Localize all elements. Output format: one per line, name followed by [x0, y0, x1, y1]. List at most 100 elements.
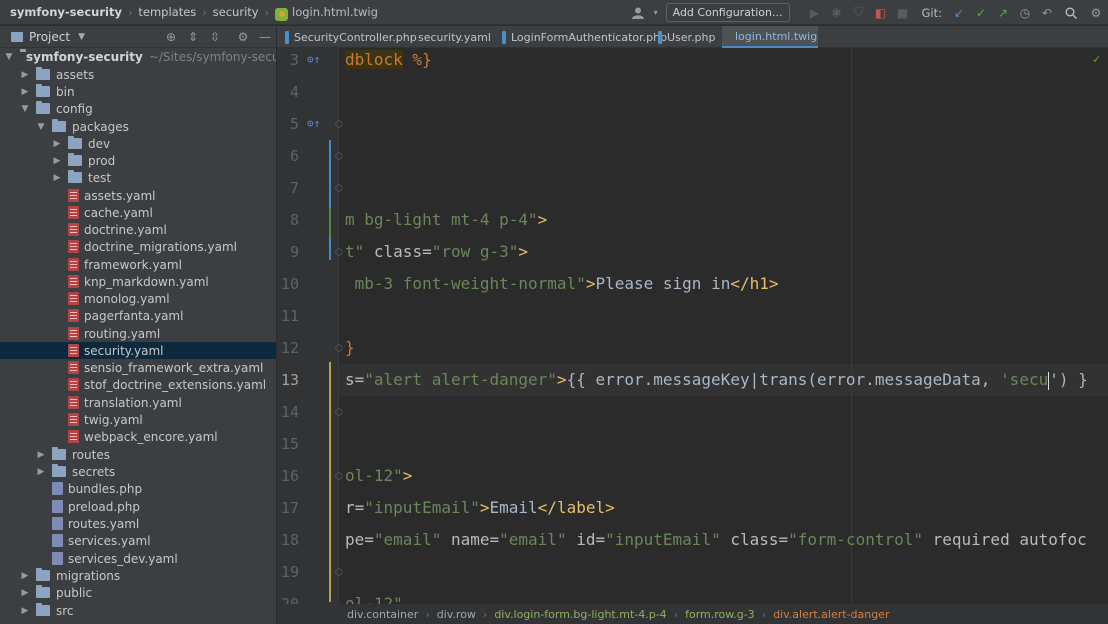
- bc-login-form[interactable]: div.login-form.bg-light.mt-4.p-4: [494, 608, 666, 621]
- yaml-file-icon: [68, 206, 79, 219]
- tree-item-public[interactable]: ▶ public: [0, 584, 276, 601]
- chevron-down-icon[interactable]: ▼: [36, 122, 46, 132]
- tree-item-dev[interactable]: ▶ dev: [0, 135, 276, 152]
- tree-item-stof-yaml[interactable]: stof_doctrine_extensions.yaml: [0, 376, 276, 393]
- tree-item-twig-yaml[interactable]: twig.yaml: [0, 411, 276, 428]
- search-icon[interactable]: [1058, 2, 1084, 24]
- tree-item-label: packages: [72, 119, 129, 134]
- debug-icon[interactable]: ✱: [826, 2, 848, 24]
- tree-item-security-yaml[interactable]: security.yaml: [0, 342, 276, 359]
- tree-item-config[interactable]: ▼ config: [0, 100, 276, 117]
- tree-item-routing-yaml[interactable]: routing.yaml: [0, 325, 276, 342]
- tree-item-services-yaml[interactable]: services.yaml: [0, 532, 276, 549]
- tree-item-assets-yaml[interactable]: assets.yaml: [0, 187, 276, 204]
- fold-marker-icon[interactable]: ⬡: [335, 568, 343, 578]
- tab-loginformauthenticator[interactable]: LoginFormAuthenticator.php: [494, 26, 667, 48]
- fold-marker-icon[interactable]: ⬡: [335, 152, 343, 162]
- chevron-right-icon[interactable]: ▶: [20, 70, 30, 80]
- tree-root[interactable]: ▼ symfony-security ~/Sites/symfony-secur…: [0, 48, 276, 65]
- code-editor[interactable]: 3 4 5 6 7 8 9 10 11 12 13 14 15 16 17 18…: [277, 48, 1108, 604]
- tree-item-assets[interactable]: ▶ assets: [0, 66, 276, 83]
- tab-security-yaml[interactable]: security.yaml: [405, 26, 494, 48]
- expand-all-icon[interactable]: ⇕: [182, 26, 204, 48]
- tab-securitycontroller[interactable]: SecurityController.php: [277, 26, 417, 48]
- tab-user-php[interactable]: User.php: [650, 26, 722, 48]
- tree-item-cache-yaml[interactable]: cache.yaml: [0, 204, 276, 221]
- tree-item-webpack-encore-yaml[interactable]: webpack_encore.yaml: [0, 428, 276, 445]
- tab-login-twig[interactable]: login.html.twig: [722, 26, 818, 48]
- coverage-icon[interactable]: ⛉: [848, 2, 870, 24]
- tree-item-src[interactable]: ▶ src: [0, 602, 276, 619]
- rollback-icon[interactable]: ↶: [1036, 2, 1058, 24]
- tree-item-label: webpack_encore.yaml: [84, 429, 218, 444]
- chevron-right-icon[interactable]: ▶: [36, 467, 46, 477]
- folder-icon: [36, 568, 50, 581]
- tree-item-doctrine-yaml[interactable]: doctrine.yaml: [0, 221, 276, 238]
- tree-item-routes[interactable]: ▶ routes: [0, 446, 276, 463]
- locate-file-icon[interactable]: ⊕: [160, 26, 182, 48]
- bc-div-row[interactable]: div.row: [437, 608, 476, 621]
- chevron-down-icon[interactable]: ▾: [652, 2, 660, 24]
- tree-item-migrations[interactable]: ▶ migrations: [0, 567, 276, 584]
- history-icon[interactable]: ◷: [1014, 2, 1036, 24]
- chevron-right-icon[interactable]: ▶: [20, 571, 30, 581]
- tree-item-secrets[interactable]: ▶ secrets: [0, 463, 276, 480]
- crumb-project[interactable]: symfony-security: [10, 5, 122, 19]
- tree-item-bin[interactable]: ▶ bin: [0, 83, 276, 100]
- tree-item-framework-yaml[interactable]: framework.yaml: [0, 256, 276, 273]
- tree-item-test[interactable]: ▶ test: [0, 169, 276, 186]
- bc-form-row[interactable]: form.row.g-3: [685, 608, 755, 621]
- fold-marker-icon[interactable]: ⬡: [335, 344, 343, 354]
- chevron-right-icon[interactable]: ▶: [20, 588, 30, 598]
- chevron-down-icon[interactable]: ▼: [78, 32, 85, 42]
- fold-marker-icon[interactable]: ⬡: [335, 248, 343, 258]
- chevron-right-icon[interactable]: ▶: [52, 139, 62, 149]
- tree-item-sensio-yaml[interactable]: sensio_framework_extra.yaml: [0, 359, 276, 376]
- implements-marker-icon[interactable]: ⊙↑: [307, 117, 320, 130]
- tree-item-bundles-php[interactable]: bundles.php: [0, 480, 276, 497]
- line-number: 12: [280, 339, 299, 357]
- chevron-right-icon[interactable]: ▶: [52, 173, 62, 183]
- add-configuration-button[interactable]: Add Configuration...: [665, 3, 790, 22]
- fold-marker-icon[interactable]: ⬡: [335, 120, 343, 130]
- profile-icon[interactable]: ◧: [870, 2, 892, 24]
- chevron-down-icon[interactable]: ▼: [4, 52, 14, 62]
- run-icon[interactable]: ▶: [804, 2, 826, 24]
- git-update-icon[interactable]: ↙: [948, 2, 970, 24]
- stop-icon[interactable]: ■: [892, 2, 914, 24]
- user-icon[interactable]: [626, 2, 652, 24]
- fold-marker-icon[interactable]: ⬡: [335, 184, 343, 194]
- crumb-security[interactable]: security: [213, 5, 259, 19]
- tree-item-translation-yaml[interactable]: translation.yaml: [0, 394, 276, 411]
- tree-item-monolog-yaml[interactable]: monolog.yaml: [0, 290, 276, 307]
- chevron-right-icon[interactable]: ▶: [52, 156, 62, 166]
- tree-item-doctrine-migrations-yaml[interactable]: doctrine_migrations.yaml: [0, 238, 276, 255]
- git-commit-icon[interactable]: ✓: [970, 2, 992, 24]
- tree-item-pagerfanta-yaml[interactable]: pagerfanta.yaml: [0, 307, 276, 324]
- settings-gear-icon[interactable]: ⚙: [1084, 2, 1108, 24]
- chevron-right-icon[interactable]: ▶: [20, 606, 30, 616]
- tree-item-preload-php[interactable]: preload.php: [0, 498, 276, 515]
- chevron-right-icon[interactable]: ▶: [20, 87, 30, 97]
- crumb-templates[interactable]: templates: [138, 5, 196, 19]
- implements-marker-icon[interactable]: ⊙↑: [307, 53, 320, 66]
- bc-div-alert[interactable]: div.alert.alert-danger: [773, 608, 889, 621]
- chevron-right-icon[interactable]: ▶: [36, 450, 46, 460]
- hide-panel-icon[interactable]: —: [254, 26, 276, 48]
- crumb-file[interactable]: login.html.twig: [292, 5, 378, 19]
- tree-item-knp-markdown-yaml[interactable]: knp_markdown.yaml: [0, 273, 276, 290]
- panel-settings-icon[interactable]: ⚙: [232, 26, 254, 48]
- navigation-bar: symfony-security › templates › security …: [0, 0, 1108, 25]
- bc-div-container[interactable]: div.container: [347, 608, 418, 621]
- yaml-file-icon: [68, 344, 79, 357]
- git-push-icon[interactable]: ↗: [992, 2, 1014, 24]
- fold-marker-icon[interactable]: ⬡: [335, 408, 343, 418]
- collapse-all-icon[interactable]: ⇳: [204, 26, 226, 48]
- fold-marker-icon[interactable]: ⬡: [335, 472, 343, 482]
- chevron-down-icon[interactable]: ▼: [20, 104, 30, 114]
- tree-item-routes-yaml[interactable]: routes.yaml: [0, 515, 276, 532]
- tree-item-prod[interactable]: ▶ prod: [0, 152, 276, 169]
- project-panel-title[interactable]: Project: [29, 30, 70, 44]
- tree-item-services-dev-yaml[interactable]: services_dev.yaml: [0, 550, 276, 567]
- tree-item-packages[interactable]: ▼ packages: [0, 118, 276, 135]
